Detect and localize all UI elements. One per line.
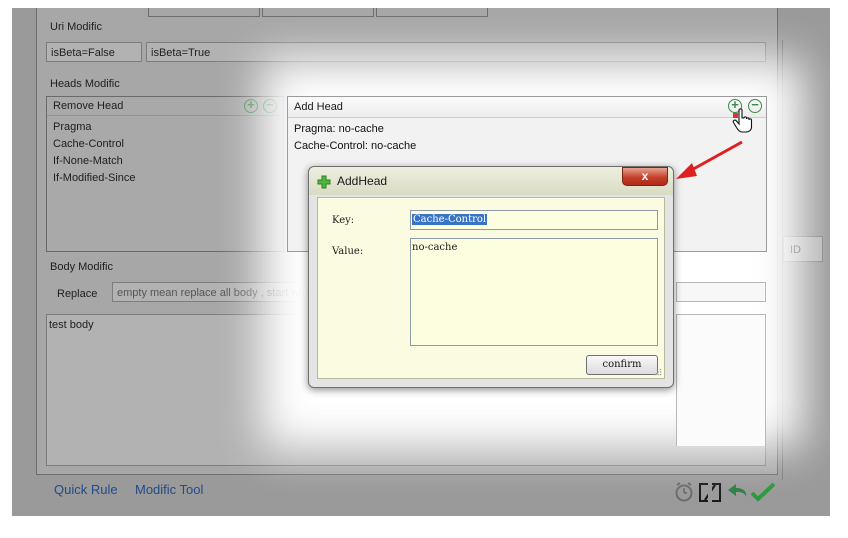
value-textarea[interactable]: no-cache (410, 238, 658, 346)
screenshot-canvas: Uri Modific isBeta=False isBeta=True Hea… (0, 0, 848, 538)
dialog-title: AddHead (337, 174, 388, 188)
add-head-dialog: AddHead x Key: Cache-Control Value: no-c… (308, 166, 674, 388)
hand-cursor-icon (732, 108, 753, 133)
key-input-selected-text: Cache-Control (412, 214, 488, 225)
key-label: Key: (332, 215, 355, 226)
value-label: Value: (332, 246, 364, 257)
dialog-titlebar[interactable]: AddHead x (309, 167, 673, 195)
resize-grip-icon[interactable] (654, 368, 662, 376)
dialog-body: Key: Cache-Control Value: no-cache confi… (317, 197, 665, 379)
confirm-button[interactable]: confirm (586, 355, 658, 375)
dialog-close-button[interactable]: x (622, 167, 668, 186)
key-input[interactable]: Cache-Control (410, 210, 658, 230)
green-plus-icon (317, 175, 331, 189)
